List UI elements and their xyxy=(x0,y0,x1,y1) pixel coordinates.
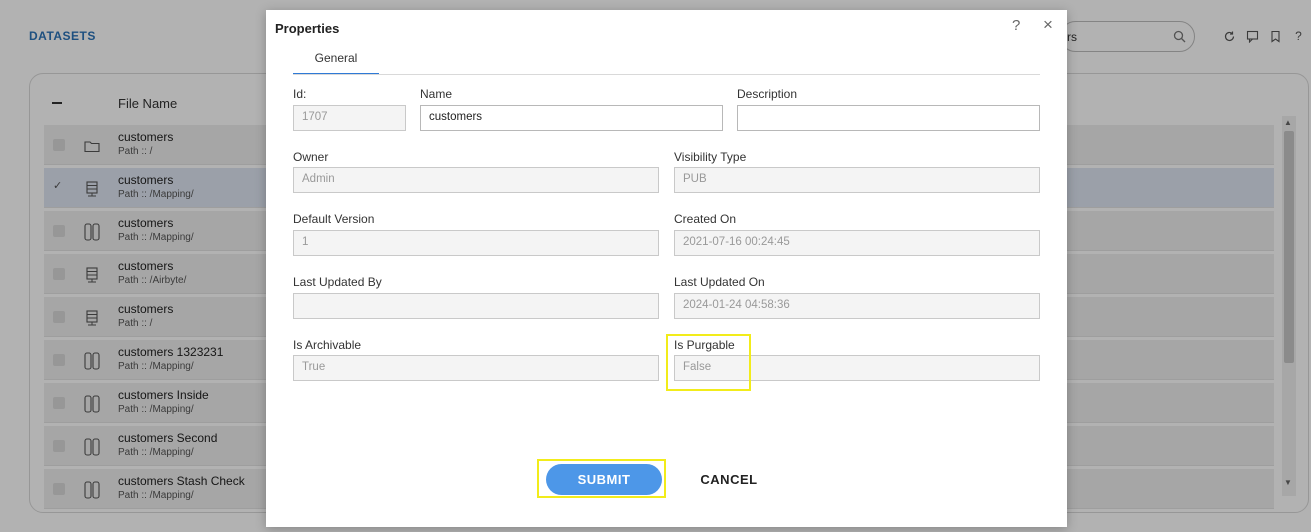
visibility-type-label: Visibility Type xyxy=(674,150,747,164)
owner-field: Admin xyxy=(293,167,659,193)
highlight-box xyxy=(666,334,751,391)
last-updated-by-label: Last Updated By xyxy=(293,275,382,289)
properties-dialog: Properties ? × General Id: 1707 Name cus… xyxy=(266,10,1067,527)
last-updated-on-label: Last Updated On xyxy=(674,275,765,289)
highlight-box xyxy=(537,459,666,498)
default-version-field: 1 xyxy=(293,230,659,256)
cancel-button[interactable]: CANCEL xyxy=(692,464,766,495)
last-updated-on-field: 2024-01-24 04:58:36 xyxy=(674,293,1040,319)
default-version-label: Default Version xyxy=(293,212,375,226)
help-button[interactable]: ? xyxy=(1012,17,1020,34)
last-updated-by-field xyxy=(293,293,659,319)
owner-label: Owner xyxy=(293,150,329,164)
is-archivable-field: True xyxy=(293,355,659,381)
created-on-label: Created On xyxy=(674,212,737,226)
id-label: Id: xyxy=(293,87,307,101)
tab-general[interactable]: General xyxy=(293,46,379,75)
description-label: Description xyxy=(737,87,798,101)
id-field: 1707 xyxy=(293,105,406,131)
tab-divider xyxy=(293,74,1040,75)
name-field[interactable]: customers xyxy=(420,105,723,131)
close-button[interactable]: × xyxy=(1043,15,1053,35)
visibility-type-field: PUB xyxy=(674,167,1040,193)
dialog-title: Properties xyxy=(275,21,340,36)
description-field[interactable] xyxy=(737,105,1040,131)
is-archivable-label: Is Archivable xyxy=(293,338,362,352)
created-on-field: 2021-07-16 00:24:45 xyxy=(674,230,1040,256)
name-label: Name xyxy=(420,87,453,101)
